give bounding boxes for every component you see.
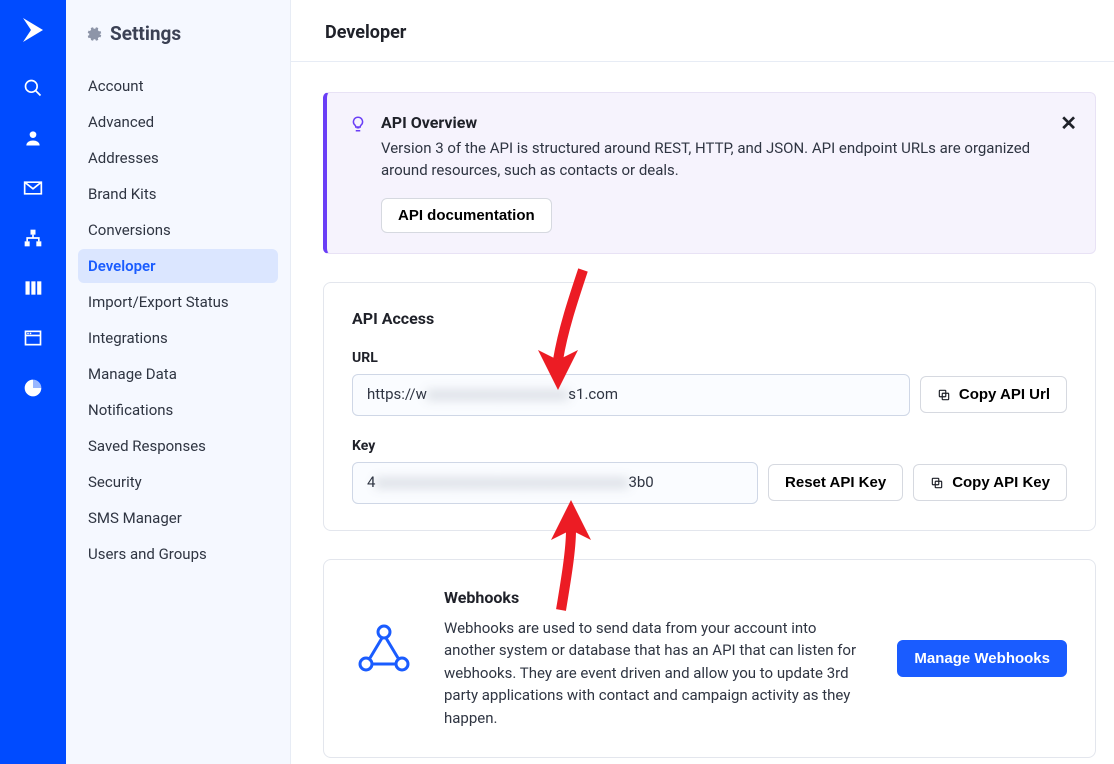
automations-icon[interactable]	[21, 226, 45, 250]
copy-api-key-label: Copy API Key	[952, 474, 1050, 491]
sidebar-item-brand-kits[interactable]: Brand Kits	[78, 177, 278, 211]
sidebar-item-account[interactable]: Account	[78, 69, 278, 103]
copy-api-url-label: Copy API Url	[959, 386, 1050, 403]
api-key-suffix: 3b0	[628, 473, 653, 491]
page-title: Developer	[291, 0, 1114, 62]
gear-icon	[84, 25, 102, 43]
settings-sidebar: Settings Account Advanced Addresses Bran…	[66, 0, 291, 764]
api-url-label: URL	[352, 350, 1067, 366]
sidebar-item-users-groups[interactable]: Users and Groups	[78, 537, 278, 571]
api-documentation-button[interactable]: API documentation	[381, 198, 552, 233]
copy-api-url-button[interactable]: Copy API Url	[920, 376, 1067, 413]
api-url-input[interactable]: https://wxxxxxxxxxxxxxxxxxxxs1.com	[352, 374, 910, 416]
deals-icon[interactable]	[21, 276, 45, 300]
sidebar-item-advanced[interactable]: Advanced	[78, 105, 278, 139]
api-url-suffix: s1.com	[568, 385, 618, 403]
api-access-card: API Access URL https://wxxxxxxxxxxxxxxxx…	[323, 282, 1096, 531]
sidebar-item-addresses[interactable]: Addresses	[78, 141, 278, 175]
api-overview-banner: API Overview Version 3 of the API is str…	[323, 92, 1096, 254]
webhooks-description: Webhooks are used to send data from your…	[444, 617, 869, 730]
lightbulb-icon	[349, 115, 367, 133]
copy-icon	[937, 388, 951, 402]
copy-icon	[930, 476, 944, 490]
sidebar-item-developer[interactable]: Developer	[78, 249, 278, 283]
sidebar-item-sms-manager[interactable]: SMS Manager	[78, 501, 278, 535]
reports-icon[interactable]	[21, 376, 45, 400]
banner-description: Version 3 of the API is structured aroun…	[381, 138, 1075, 182]
close-banner-button[interactable]: ✕	[1060, 111, 1077, 135]
api-access-title: API Access	[352, 309, 1067, 328]
site-icon[interactable]	[21, 326, 45, 350]
main-content: Developer API Overview Version 3 of the …	[291, 0, 1114, 764]
api-key-redacted: xxxxxxxxxxxxxxxxxxxxxxxxxxxxxxxxxx	[375, 473, 628, 491]
reset-api-key-button[interactable]: Reset API Key	[768, 464, 903, 501]
contacts-icon[interactable]	[21, 126, 45, 150]
settings-nav: Account Advanced Addresses Brand Kits Co…	[78, 59, 278, 571]
api-key-input[interactable]: 4xxxxxxxxxxxxxxxxxxxxxxxxxxxxxxxxxx3b0	[352, 462, 758, 504]
copy-api-key-button[interactable]: Copy API Key	[913, 464, 1067, 501]
sidebar-item-notifications[interactable]: Notifications	[78, 393, 278, 427]
primary-nav-rail	[0, 0, 66, 764]
webhook-icon	[352, 616, 416, 684]
app-logo-icon[interactable]	[17, 14, 49, 50]
sidebar-item-manage-data[interactable]: Manage Data	[78, 357, 278, 391]
sidebar-item-integrations[interactable]: Integrations	[78, 321, 278, 355]
api-key-label: Key	[352, 438, 1067, 454]
manage-webhooks-button[interactable]: Manage Webhooks	[897, 640, 1067, 677]
sidebar-item-import-export[interactable]: Import/Export Status	[78, 285, 278, 319]
search-icon[interactable]	[21, 76, 45, 100]
settings-header: Settings	[78, 22, 278, 59]
webhooks-title: Webhooks	[444, 588, 869, 607]
api-url-prefix: https://w	[367, 385, 427, 403]
banner-title: API Overview	[381, 113, 1075, 132]
sidebar-item-security[interactable]: Security	[78, 465, 278, 499]
sidebar-item-saved-responses[interactable]: Saved Responses	[78, 429, 278, 463]
sidebar-item-conversions[interactable]: Conversions	[78, 213, 278, 247]
settings-title: Settings	[110, 22, 181, 45]
webhooks-card: Webhooks Webhooks are used to send data …	[323, 559, 1096, 759]
campaigns-icon[interactable]	[21, 176, 45, 200]
api-url-redacted: xxxxxxxxxxxxxxxxxxx	[427, 385, 568, 403]
